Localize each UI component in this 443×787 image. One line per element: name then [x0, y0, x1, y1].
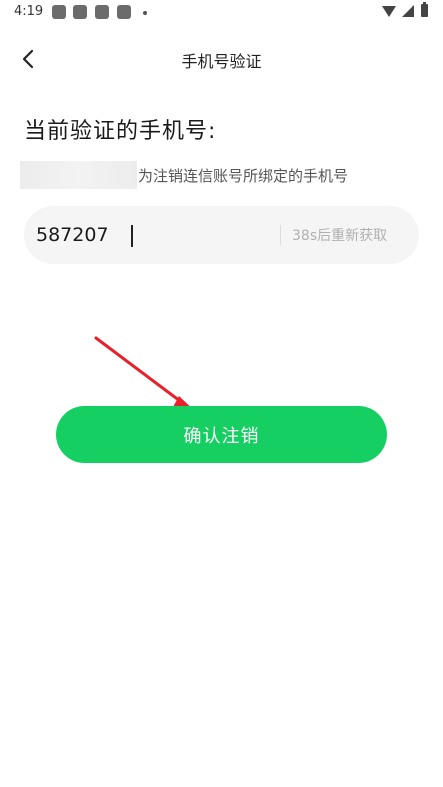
- divider: [280, 225, 281, 245]
- wifi-icon: [382, 6, 396, 17]
- verification-code-box: 38s后重新获取: [24, 206, 419, 264]
- masked-phone-number: [20, 161, 137, 189]
- screen: 4:19 手机号验证 当前验证的手机号: 为注销连信账号所绑定的手机号 38s后…: [0, 0, 443, 787]
- battery-icon: [421, 2, 428, 17]
- status-time: 4:19: [14, 4, 44, 19]
- notification-icon: [117, 5, 131, 19]
- header: 手机号验证: [0, 36, 443, 82]
- page-title: 手机号验证: [181, 52, 262, 71]
- notification-icon: [95, 5, 109, 19]
- signal-icon: [402, 5, 414, 17]
- notification-icon: [73, 5, 87, 19]
- more-notifications-icon: [143, 11, 147, 15]
- notification-icon: [52, 5, 66, 19]
- status-bar: 4:19: [0, 0, 443, 26]
- verify-heading: 当前验证的手机号:: [24, 119, 217, 144]
- resend-code-countdown[interactable]: 38s后重新获取: [292, 225, 387, 245]
- confirm-cancel-account-button[interactable]: 确认注销: [56, 406, 387, 463]
- text-caret: [131, 225, 133, 247]
- verification-code-input[interactable]: [36, 206, 276, 264]
- verify-hint: 为注销连信账号所绑定的手机号: [138, 167, 349, 185]
